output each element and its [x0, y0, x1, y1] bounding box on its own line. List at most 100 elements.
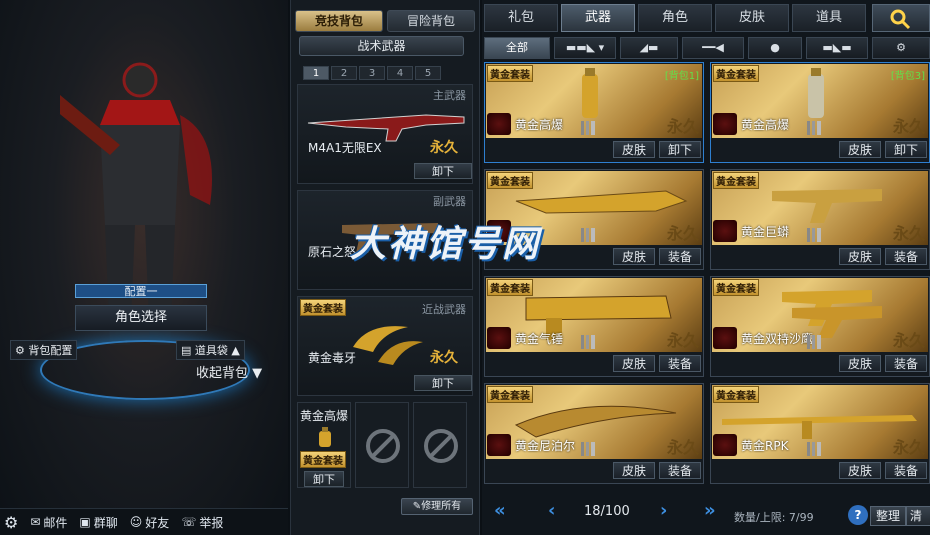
tab-adventure-bag[interactable]: 冒险背包: [387, 10, 475, 32]
repair-all-button[interactable]: ✎修理所有: [401, 498, 473, 515]
equip-button[interactable]: 卸下: [659, 141, 701, 158]
item-name: 黄金高爆: [741, 118, 790, 132]
group-chat-button[interactable]: ▣ 群聊: [79, 514, 117, 531]
unequip-button[interactable]: 卸下: [304, 471, 344, 487]
knife-icon: ━━◀: [702, 41, 724, 54]
report-label: 举报: [199, 515, 224, 530]
filter-pistol[interactable]: ◢▬: [620, 37, 678, 59]
equip-button[interactable]: 装备: [885, 355, 927, 372]
item-card[interactable]: 黄金套装 [背包3] 黄金高爆 永久 皮肤 卸下: [710, 62, 930, 163]
knife-image: [353, 326, 423, 365]
equip-button[interactable]: 装备: [659, 462, 701, 479]
signal-bars-icon: [807, 228, 821, 242]
config-label[interactable]: 配置一: [75, 284, 207, 298]
melee-weapon-slot[interactable]: 黄金套装 近战武器 黄金毒牙 永久 卸下: [297, 296, 473, 396]
page-tab[interactable]: 2: [331, 66, 357, 80]
collapse-bag-button[interactable]: 收起背包 ▼: [196, 362, 262, 381]
bag-config-label: 背包配置: [28, 344, 73, 357]
item-card[interactable]: 黄金套装 黄金巨蟒 永久 皮肤 装备: [710, 169, 930, 270]
next-page-icon[interactable]: ›: [660, 500, 667, 521]
slot-type: 副武器: [433, 195, 466, 208]
first-page-icon[interactable]: «: [494, 500, 506, 521]
character-select-button[interactable]: 角色选择: [75, 305, 207, 331]
item-card[interactable]: 黄金套装 黄金尼泊尔 永久 皮肤 装备: [484, 383, 704, 484]
filter-settings[interactable]: ⚙: [872, 37, 930, 59]
friends-button[interactable]: ☺ 好友: [130, 514, 170, 531]
grenade-icon: ●: [770, 41, 780, 54]
filter-grenade[interactable]: ●: [748, 37, 802, 59]
gear-icon: ⚙: [896, 41, 906, 54]
skin-button[interactable]: 皮肤: [839, 141, 881, 158]
page-tab[interactable]: 3: [359, 66, 385, 80]
permanent-label: 永久: [666, 331, 699, 350]
filter-special[interactable]: ▬◣▬: [806, 37, 868, 59]
tab-gift-pack[interactable]: 礼包: [484, 4, 558, 32]
filter-rifle[interactable]: ▬▬◣ ▾: [554, 37, 616, 59]
item-name: 黄金高爆: [515, 118, 564, 132]
bag-config-button[interactable]: ⚙ 背包配置: [10, 340, 78, 360]
tab-competitive-bag[interactable]: 竞技背包: [295, 10, 383, 32]
skin-button[interactable]: 皮肤: [839, 355, 881, 372]
prev-page-icon[interactable]: ‹: [548, 500, 555, 521]
rifle-icon: ▬▬◣ ▾: [565, 41, 605, 54]
primary-weapon-slot[interactable]: 主武器 M4A1无限EX 永久 卸下: [297, 84, 473, 184]
unequip-button[interactable]: 卸下: [414, 163, 472, 179]
equip-button[interactable]: 装备: [659, 355, 701, 372]
page-tab[interactable]: 4: [387, 66, 413, 80]
inventory-panel: 礼包 武器 角色 皮肤 道具 全部 ▬▬◣ ▾ ◢▬ ━━◀ ● ▬◣▬ ⚙ 黄…: [482, 0, 930, 535]
empty-slot: [355, 402, 409, 488]
item-card[interactable]: 黄金套装 [背包1] 黄金高爆 永久 皮肤 卸下: [484, 62, 704, 163]
mail-button[interactable]: ✉ 邮件: [30, 514, 67, 531]
emblem-icon: [713, 220, 737, 242]
tactical-weapon-button[interactable]: 战术武器: [299, 36, 464, 56]
skin-button[interactable]: 皮肤: [839, 462, 881, 479]
tab-skins[interactable]: 皮肤: [715, 4, 789, 32]
chat-icon: ▣: [79, 515, 91, 529]
unequip-button[interactable]: 卸下: [414, 375, 472, 391]
item-card[interactable]: 黄金套装 黄金气锤 永久 皮肤 装备: [484, 276, 704, 377]
equip-button[interactable]: 卸下: [885, 141, 927, 158]
package-label: [背包1]: [664, 71, 699, 82]
filter-all[interactable]: 全部: [484, 37, 550, 59]
clear-button[interactable]: 清除: [906, 506, 930, 526]
tab-items[interactable]: 道具: [792, 4, 866, 32]
item-card[interactable]: 黄金套装 黄金双持沙鹰 永久 皮肤 装备: [710, 276, 930, 377]
equip-button[interactable]: 装备: [885, 462, 927, 479]
equip-button[interactable]: 装备: [659, 248, 701, 265]
report-button[interactable]: ☏ 举报: [181, 514, 223, 531]
chevron-up-icon: ▲: [227, 344, 240, 357]
skin-button[interactable]: 皮肤: [613, 462, 655, 479]
emblem-icon: [713, 113, 737, 135]
gold-set-badge: 黄金套装: [713, 279, 759, 296]
gold-set-badge: 黄金套装: [713, 65, 759, 82]
tab-weapons[interactable]: 武器: [561, 4, 635, 32]
equip-button[interactable]: 装备: [885, 248, 927, 265]
sort-button[interactable]: 整理: [870, 506, 906, 526]
filter-melee[interactable]: ━━◀: [682, 37, 744, 59]
skin-button[interactable]: 皮肤: [613, 141, 655, 158]
skin-button[interactable]: 皮肤: [613, 248, 655, 265]
gold-set-badge: 黄金套装: [487, 386, 533, 403]
page-tab[interactable]: 5: [415, 66, 441, 80]
last-page-icon[interactable]: »: [704, 500, 716, 521]
skin-button[interactable]: 皮肤: [613, 355, 655, 372]
settings-icon[interactable]: ⚙: [4, 513, 18, 532]
signal-bars-icon: [581, 335, 595, 349]
permanent-label: 永久: [666, 117, 699, 136]
signal-bars-icon: [581, 121, 595, 135]
item-card[interactable]: 黄金套装 黄金RPK 永久 皮肤 装备: [710, 383, 930, 484]
gold-set-badge: 黄金套装: [487, 65, 533, 82]
search-icon: [890, 9, 911, 30]
tab-characters[interactable]: 角色: [638, 4, 712, 32]
item-name: 黄金尼泊尔: [515, 439, 576, 453]
tool-bag-label: 道具袋: [194, 344, 228, 357]
help-icon[interactable]: ?: [848, 505, 868, 525]
skin-button[interactable]: 皮肤: [839, 248, 881, 265]
prohibited-icon: [424, 429, 458, 463]
page-tab[interactable]: 1: [303, 66, 329, 80]
gold-set-badge: 黄金套装: [713, 386, 759, 403]
tool-bag-button[interactable]: ▤ 道具袋 ▲: [176, 340, 245, 360]
gold-set-badge: 黄金套装: [300, 299, 346, 316]
search-button[interactable]: [872, 4, 930, 32]
grenade-slot[interactable]: 黄金高爆 黄金套装 卸下: [297, 402, 351, 488]
